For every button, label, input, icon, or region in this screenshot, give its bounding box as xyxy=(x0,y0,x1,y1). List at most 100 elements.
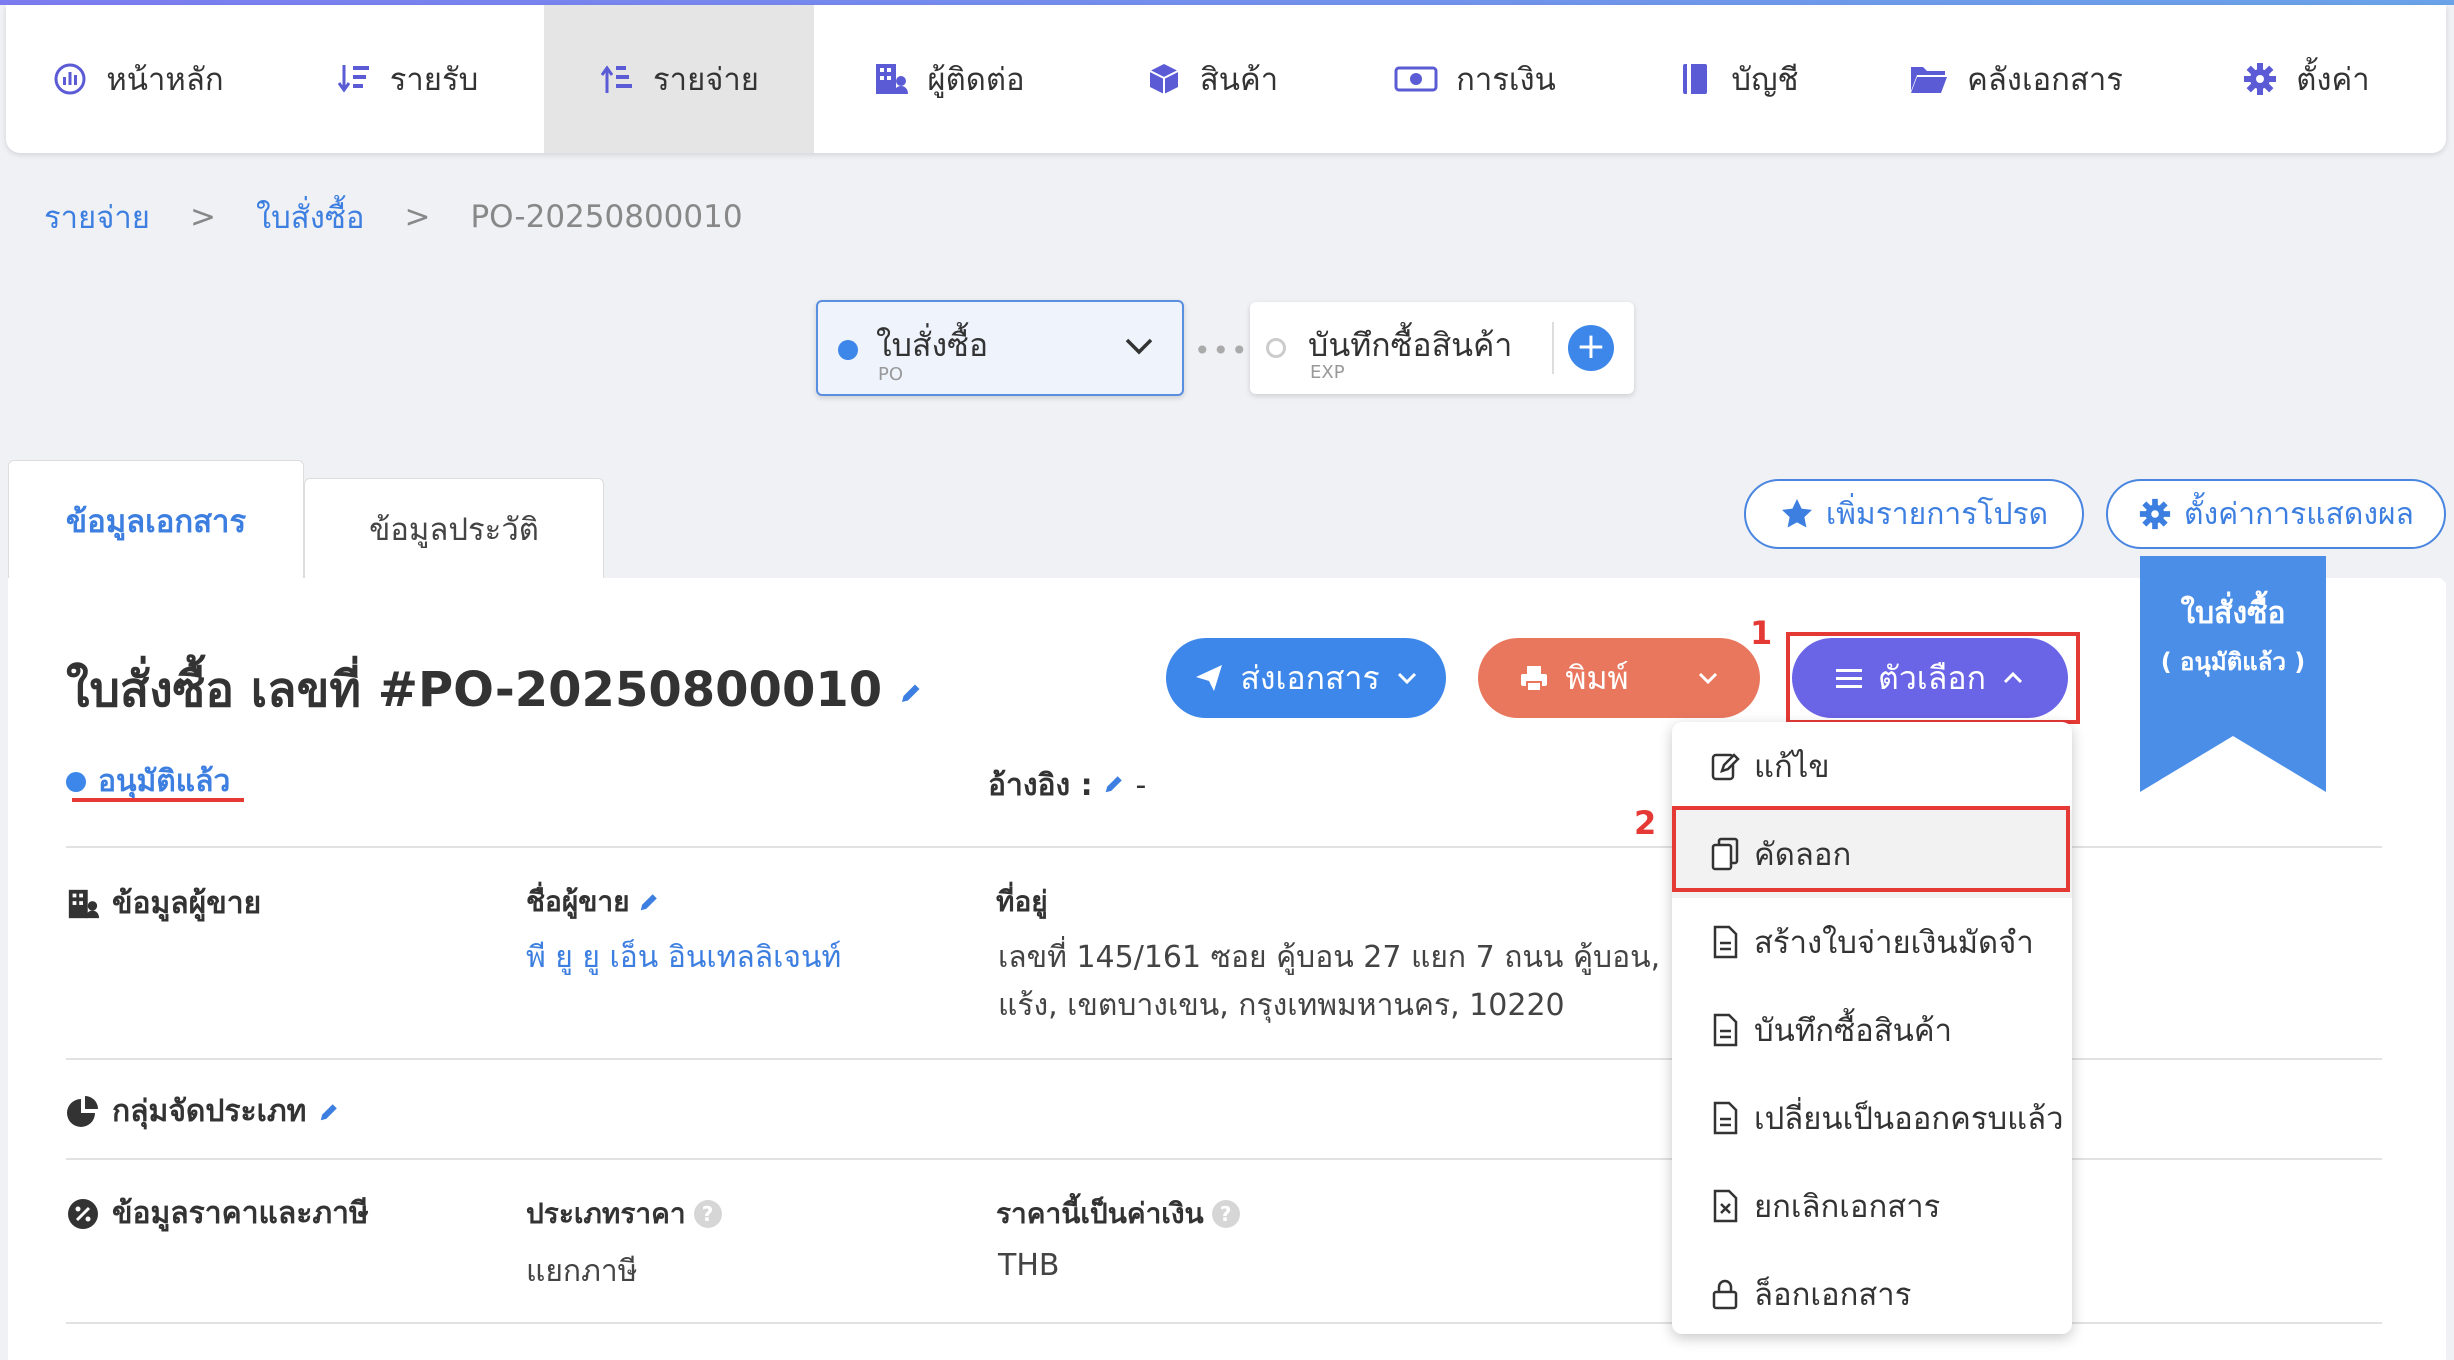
nav-item-expense[interactable]: รายจ่าย xyxy=(544,5,814,153)
annotation-step-1: 1 xyxy=(1750,614,1773,652)
breadcrumb-expense[interactable]: รายจ่าย xyxy=(44,192,150,242)
currency-label: ราคานี้เป็นค่าเงิน ? xyxy=(996,1192,1240,1236)
pricing-section-title: ข้อมูลราคาและภาษี xyxy=(66,1190,369,1237)
pencil-icon[interactable] xyxy=(1103,773,1125,795)
menu-item-label: เปลี่ยนเป็นออกครบแล้ว xyxy=(1754,1101,2064,1137)
document-icon xyxy=(1713,1013,1738,1047)
send-document-label: ส่งเอกสาร xyxy=(1240,658,1380,697)
nav-label: การเงิน xyxy=(1456,62,1556,98)
nav-item-accounting[interactable]: บัญชี xyxy=(1610,5,1866,153)
add-favorite-button[interactable]: เพิ่มรายการโปรด xyxy=(1744,479,2084,549)
document-icon xyxy=(1713,1101,1738,1135)
gear-icon xyxy=(2139,498,2171,530)
page-title: ใบสั่งซื้อ เลขที่ #PO-20250800010 xyxy=(66,652,923,728)
printer-icon xyxy=(1521,666,1548,692)
ribbon-title: ใบสั่งซื้อ xyxy=(2180,596,2286,631)
flow-exp-sub: EXP xyxy=(1310,362,1345,383)
currency-value: THB xyxy=(998,1248,1060,1283)
print-button[interactable]: พิมพ์ xyxy=(1478,638,1760,718)
nav-item-documents[interactable]: คลังเอกสาร xyxy=(1866,5,2166,153)
nav-label: รายรับ xyxy=(389,62,479,98)
flow-po-dot xyxy=(838,340,858,360)
menu-item-record-purchase[interactable]: บันทึกซื้อสินค้า xyxy=(1672,986,2072,1074)
nav-label: หน้าหลัก xyxy=(106,62,224,98)
print-label: พิมพ์ xyxy=(1565,658,1629,697)
nav-label: ผู้ติดต่อ xyxy=(927,62,1025,98)
chevron-down-icon xyxy=(1397,672,1416,685)
dashboard-icon xyxy=(54,63,86,95)
add-flow-button[interactable]: + xyxy=(1568,325,1614,371)
page-title-text: ใบสั่งซื้อ เลขที่ #PO-20250800010 xyxy=(66,662,883,718)
nav-label: คลังเอกสาร xyxy=(1967,62,2123,98)
nav-item-contacts[interactable]: ผู้ติดต่อ xyxy=(814,5,1084,153)
menu-item-lock-document[interactable]: ล็อกเอกสาร xyxy=(1672,1250,2072,1338)
send-document-button[interactable]: ส่งเอกสาร xyxy=(1166,638,1446,718)
pencil-icon[interactable] xyxy=(638,891,660,913)
address-label: ที่อยู่ xyxy=(996,885,1048,918)
menu-item-label: สร้างใบจ่ายเงินมัดจำ xyxy=(1754,925,2034,961)
price-type-value: แยกภาษี xyxy=(526,1254,638,1289)
flow-exp-dot xyxy=(1266,338,1286,358)
menu-item-mark-complete[interactable]: เปลี่ยนเป็นออกครบแล้ว xyxy=(1672,1074,2072,1162)
breadcrumb-separator: > xyxy=(189,199,216,235)
help-icon[interactable]: ? xyxy=(693,1200,722,1228)
category-section-label: กลุ่มจัดประเภท xyxy=(112,1094,307,1129)
sort-up-icon xyxy=(600,65,633,93)
book-icon xyxy=(1683,64,1708,94)
edit-icon xyxy=(1711,753,1740,781)
menu-item-create-deposit[interactable]: สร้างใบจ่ายเงินมัดจำ xyxy=(1672,898,2072,986)
reference-value: - xyxy=(1135,768,1147,803)
address-line-2: แร้ง, เขตบางเขน, กรุงเทพมหานคร, 10220 xyxy=(998,988,1565,1023)
cancel-doc-icon xyxy=(1713,1189,1738,1223)
nav-label: สินค้า xyxy=(1199,62,1279,98)
nav-item-finance[interactable]: การเงิน xyxy=(1340,5,1610,153)
breadcrumb-separator: > xyxy=(404,199,431,235)
chevron-down-icon xyxy=(1698,672,1717,685)
tab-doc-info[interactable]: ข้อมูลเอกสาร xyxy=(8,460,304,580)
tab-history[interactable]: ข้อมูลประวัติ xyxy=(304,478,604,578)
pencil-icon[interactable] xyxy=(899,681,923,705)
nav-item-home[interactable]: หน้าหลัก xyxy=(6,5,270,153)
folder-icon xyxy=(1911,67,1948,93)
gear-icon xyxy=(2244,63,2277,95)
annotation-underline-status xyxy=(72,798,244,802)
annotation-box-copy xyxy=(1672,806,2070,892)
breadcrumb-current: PO-20250800010 xyxy=(470,199,743,235)
seller-section-label: ข้อมูลผู้ขาย xyxy=(112,886,262,921)
breadcrumb-purchase-order[interactable]: ใบสั่งซื้อ xyxy=(256,192,365,242)
pricing-section-label: ข้อมูลราคาและภาษี xyxy=(112,1196,369,1231)
price-type-label-text: ประเภทราคา xyxy=(526,1197,686,1230)
menu-item-cancel-document[interactable]: ยกเลิกเอกสาร xyxy=(1672,1162,2072,1250)
seller-name-link[interactable]: พี ยู ยู เอ็น อินเทลลิเจนท์ xyxy=(526,934,841,981)
chevron-down-icon xyxy=(1125,338,1153,355)
annotation-step-2: 2 xyxy=(1634,804,1657,842)
menu-item-edit[interactable]: แก้ไข xyxy=(1672,722,2072,810)
flow-connector: ••• xyxy=(1194,334,1250,367)
flow-card-exp[interactable]: บันทึกซื้อสินค้า EXP + xyxy=(1250,302,1634,394)
category-section-title: กลุ่มจัดประเภท xyxy=(66,1088,340,1135)
pencil-icon[interactable] xyxy=(318,1101,340,1123)
nav-item-settings[interactable]: ตั้งค่า xyxy=(2166,5,2446,153)
lock-icon xyxy=(1712,1279,1738,1310)
currency-label-text: ราคานี้เป็นค่าเงิน xyxy=(996,1197,1204,1230)
address-line-1: เลขที่ 145/161 ซอย คู้บอน 27 แยก 7 ถนน ค… xyxy=(998,940,1672,975)
price-type-label: ประเภทราคา ? xyxy=(526,1192,722,1236)
building-icon xyxy=(68,889,100,918)
nav-item-products[interactable]: สินค้า xyxy=(1084,5,1340,153)
seller-name-label-text: ชื่อผู้ขาย xyxy=(526,885,630,918)
flow-card-po[interactable]: ใบสั่งซื้อ PO xyxy=(816,300,1184,396)
nav-label: บัญชี xyxy=(1731,62,1799,98)
flow-po-sub: PO xyxy=(878,364,904,385)
reference-label: อ้างอิง : xyxy=(988,768,1093,803)
flow-divider xyxy=(1552,322,1554,374)
nav-item-income[interactable]: รายรับ xyxy=(270,5,544,153)
add-favorite-label: เพิ่มรายการโปรด xyxy=(1825,496,2049,532)
building-icon xyxy=(876,64,909,94)
help-icon[interactable]: ? xyxy=(1211,1200,1240,1228)
nav-label: ตั้งค่า xyxy=(2296,62,2370,98)
display-settings-label: ตั้งค่าการแสดงผล xyxy=(2184,496,2414,532)
menu-item-label: แก้ไข xyxy=(1754,749,1830,785)
breadcrumb: รายจ่าย > ใบสั่งซื้อ > PO-20250800010 xyxy=(44,192,743,242)
sort-down-icon xyxy=(337,65,369,93)
display-settings-button[interactable]: ตั้งค่าการแสดงผล xyxy=(2106,479,2446,549)
